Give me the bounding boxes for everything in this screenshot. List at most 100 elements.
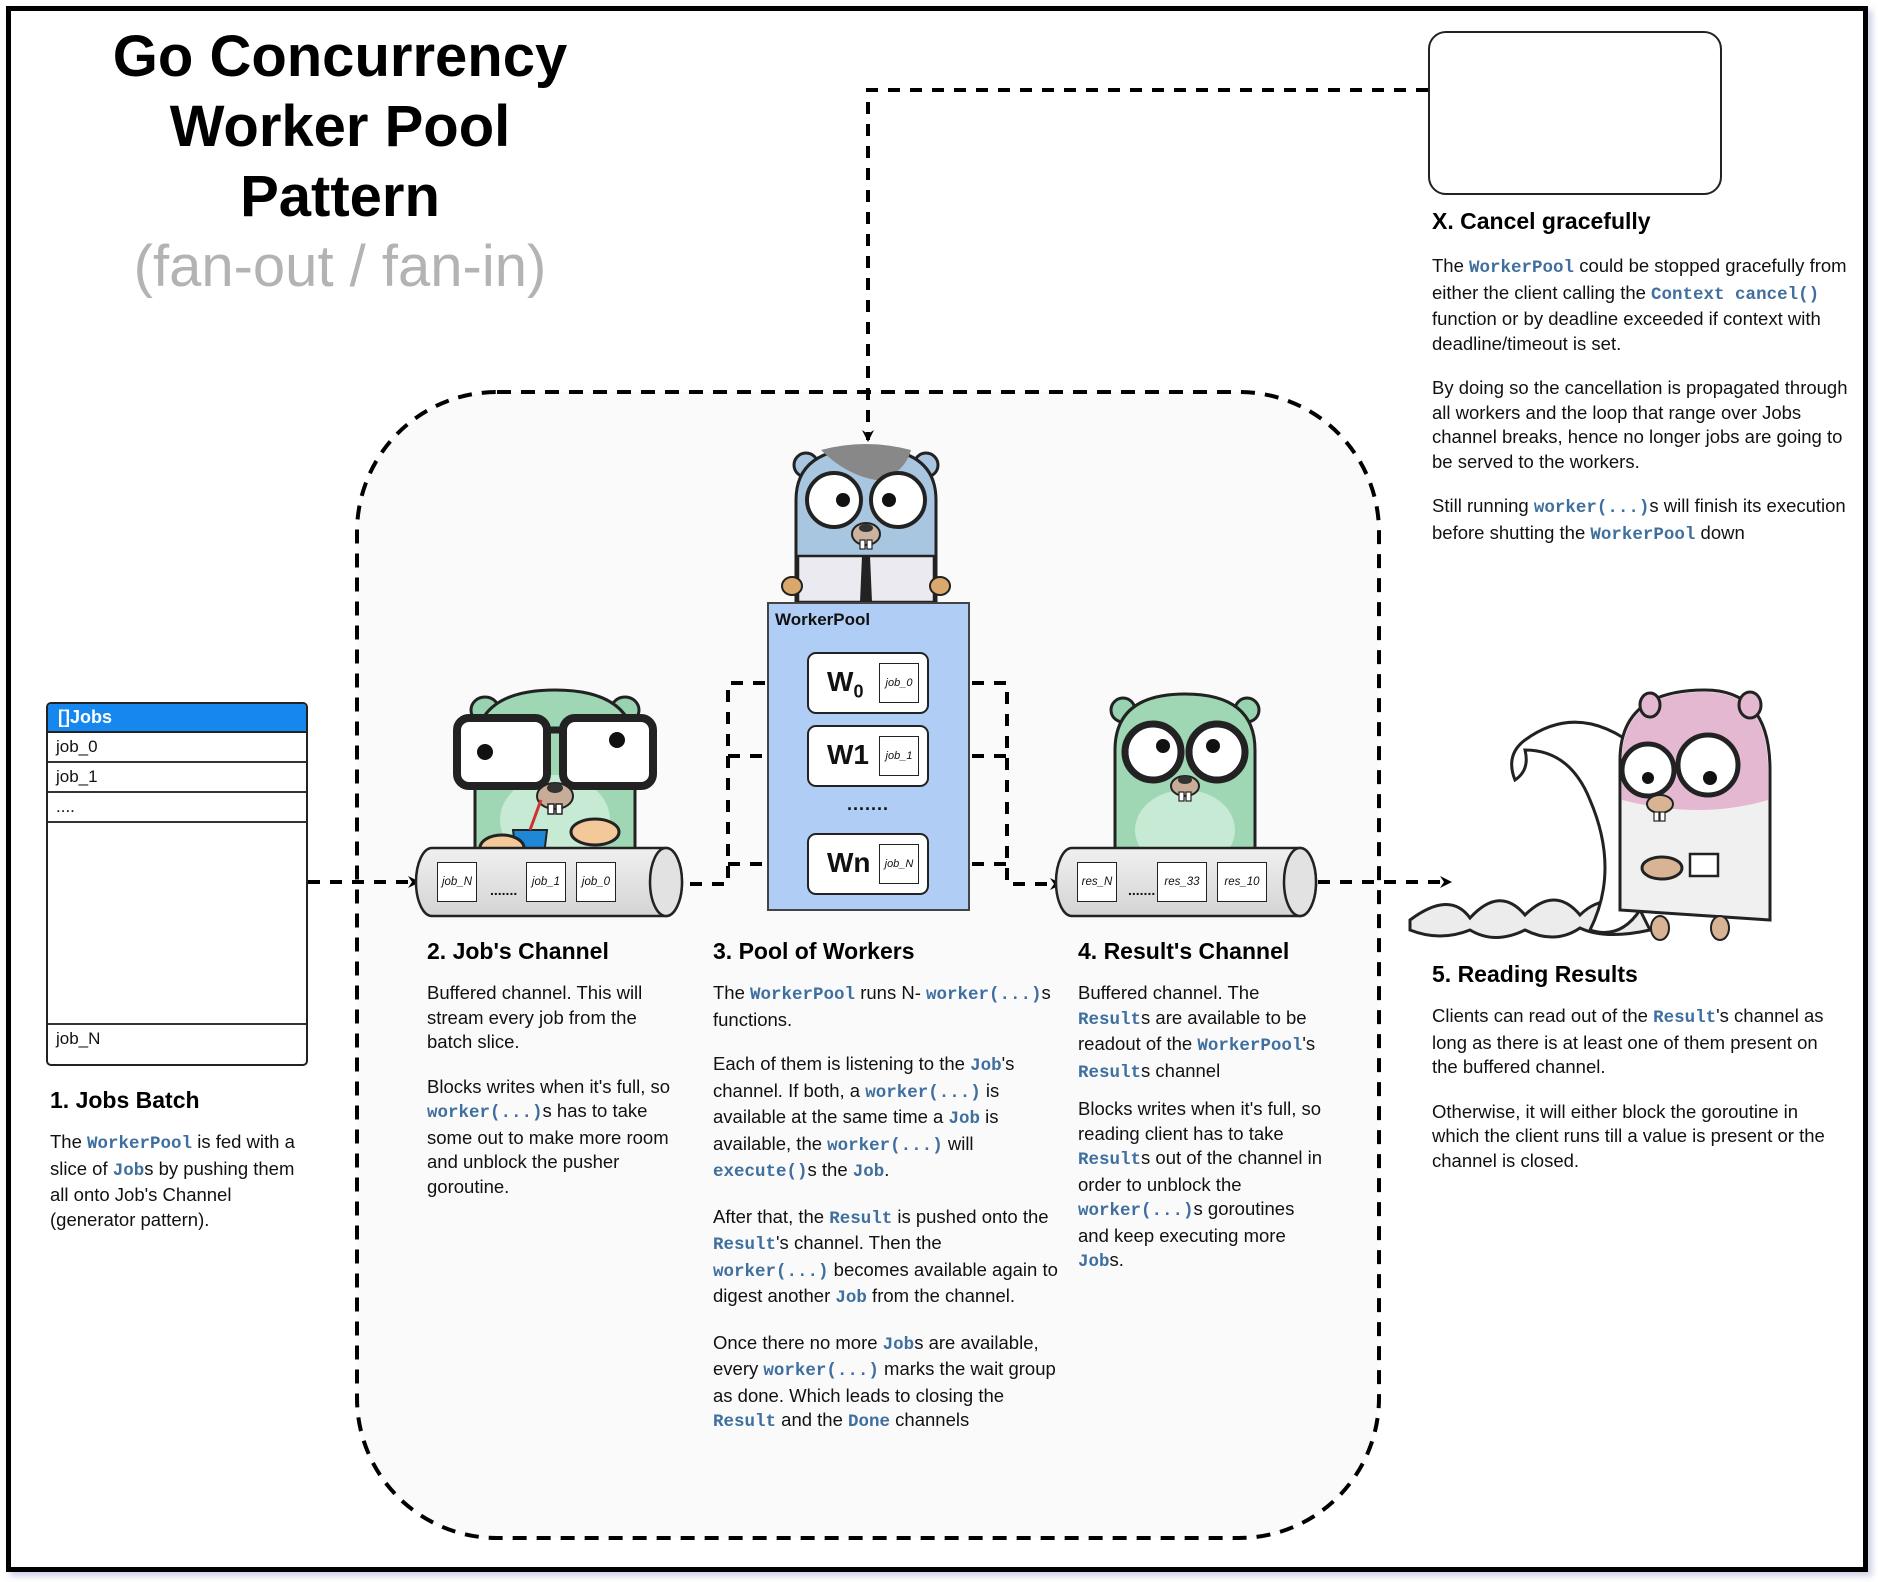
text-run: The: [1432, 255, 1470, 276]
worker-name: W0: [827, 666, 864, 702]
jobs-slice-table: []Jobs job_0 job_1 .... job_N: [46, 702, 308, 1066]
section-heading: 5. Reading Results: [1432, 961, 1638, 987]
gopher-reader: [1408, 688, 1772, 941]
text-run: The: [50, 1131, 88, 1152]
paragraph: Once there no more Jobs are available, e…: [713, 1331, 1058, 1435]
code-identifier: worker(...): [865, 1082, 981, 1103]
code-identifier: worker(...): [827, 1135, 943, 1156]
worker-0: W0 job_0: [807, 652, 929, 714]
code-identifier: worker(...): [1078, 1201, 1194, 1221]
text-run: Each of them is listening to the: [713, 1053, 971, 1074]
worker-1: W1 job_1: [807, 725, 929, 787]
text-run: 's channel. Then the: [776, 1232, 942, 1253]
code-identifier: WorkerPool: [1197, 1036, 1303, 1056]
text-run: will: [942, 1132, 974, 1154]
worker-job-slot: job_N: [879, 844, 919, 884]
text-run: By doing so the cancellation is propagat…: [1432, 377, 1848, 472]
channel-slot: res_33: [1157, 862, 1207, 902]
cancel-signal-line: [862, 88, 1428, 442]
text-run: s.: [1109, 1249, 1124, 1270]
code-identifier: worker(...): [763, 1361, 879, 1381]
text-run: Once there no more: [713, 1331, 883, 1353]
channel-slot: res_10: [1217, 862, 1267, 902]
paragraph: Each of them is listening to the Job's c…: [713, 1052, 1058, 1185]
paragraph: The WorkerPool runs N- worker(...)s func…: [713, 981, 1058, 1032]
worker-name: Wn: [827, 847, 871, 878]
worker-pool-label: WorkerPool: [775, 610, 871, 629]
title-line: Pattern: [240, 164, 440, 229]
text-run: .: [884, 1159, 890, 1180]
text-run: Buffered channel. This will stream every…: [427, 982, 643, 1052]
page-subtitle: (fan-out / fan-in): [133, 234, 547, 299]
paragraph: The WorkerPool is fed with a slice of Jo…: [50, 1130, 300, 1232]
code-identifier: Result: [1078, 1150, 1142, 1170]
worker-n: Wn job_N: [807, 833, 929, 895]
text-run: from the channel.: [866, 1285, 1016, 1306]
text-run: down: [1695, 521, 1745, 543]
paragraph: Buffered channel. This will stream every…: [427, 981, 682, 1055]
text-run: Blocks writes when it's full, so: [427, 1075, 671, 1097]
code-identifier: execute(): [713, 1162, 808, 1182]
code-identifier: WorkerPool: [1590, 524, 1696, 545]
text-run: s the: [807, 1159, 853, 1180]
section-heading: 1. Jobs Batch: [50, 1087, 200, 1113]
section-heading: 2. Job's Channel: [427, 938, 609, 964]
text-run: After that, the: [713, 1205, 830, 1227]
paragraph: Clients can read out of the Result's cha…: [1432, 1004, 1832, 1080]
code-identifier: Result: [1078, 1009, 1142, 1030]
section-body-results-channel: Buffered channel. The Results are availa…: [1078, 981, 1323, 1295]
code-identifier: Result: [1078, 1062, 1142, 1083]
code-identifier: worker(...): [926, 985, 1042, 1005]
section-body-jobs-channel: Buffered channel. This will stream every…: [427, 981, 682, 1219]
code-identifier: worker(...): [713, 1261, 829, 1282]
code-identifier: Job: [948, 1109, 981, 1129]
paragraph: Buffered channel. The Results are availa…: [1078, 981, 1323, 1085]
channel-ellipsis: .......: [1128, 882, 1156, 898]
text-run: s channel: [1141, 1059, 1221, 1081]
channel-slot: job_1: [526, 862, 566, 902]
paragraph: Still running worker(...)s will finish i…: [1432, 494, 1862, 547]
section-heading: 3. Pool of Workers: [713, 938, 915, 964]
jobs-table-row: job_0: [48, 733, 306, 763]
text-run: and the: [776, 1409, 849, 1430]
channel-slot: job_N: [437, 862, 477, 902]
text-run: runs N-: [855, 982, 926, 1003]
code-identifier: Job: [112, 1160, 145, 1181]
section-heading: 4. Result's Channel: [1078, 938, 1290, 964]
channel-slot: job_0: [576, 862, 616, 902]
paragraph: Blocks writes when it's full, so worker(…: [427, 1075, 682, 1200]
title-line: Go Concurrency: [112, 24, 568, 89]
section-body-jobs-batch: The WorkerPool is fed with a slice of Jo…: [50, 1130, 300, 1252]
code-identifier: Result: [713, 1235, 777, 1255]
code-identifier: Done: [848, 1412, 891, 1432]
channel-ellipsis: .......: [490, 882, 518, 898]
code-identifier: WorkerPool: [1469, 258, 1575, 278]
workers-ellipsis: .......: [847, 794, 890, 814]
code-identifier: Job: [835, 1288, 867, 1308]
text-run: is pushed onto the: [892, 1205, 1049, 1227]
jobs-table-row: job_1: [48, 763, 306, 793]
paragraph: After that, the Result is pushed onto th…: [713, 1205, 1058, 1311]
code-identifier: Job: [970, 1056, 1002, 1076]
paragraph: Blocks writes when it's full, so reading…: [1078, 1097, 1323, 1275]
cancel-icons-box: [1428, 31, 1722, 195]
code-identifier: WorkerPool: [750, 985, 856, 1005]
gopher-results-channel: [1109, 692, 1261, 870]
code-identifier: Job: [852, 1162, 885, 1182]
section-body-reading-results: Clients can read out of the Result's cha…: [1432, 1004, 1832, 1193]
title-line: Worker Pool: [169, 94, 511, 159]
worker-pool-box: WorkerPool W0 job_0 W1 job_1 ....... Wn …: [767, 602, 970, 911]
jobs-table-spacer: [48, 823, 306, 1025]
worker-job-slot: job_1: [879, 736, 919, 776]
code-identifier: Result: [713, 1412, 777, 1432]
worker-job-slot: job_0: [879, 663, 919, 703]
jobs-table-row: job_N: [56, 1029, 101, 1048]
code-identifier: Result: [1653, 1008, 1717, 1028]
text-run: 's: [1302, 1033, 1316, 1054]
text-run: Buffered channel. The: [1078, 982, 1260, 1003]
code-identifier: Job: [882, 1334, 915, 1355]
code-identifier: worker(...): [1533, 498, 1650, 518]
text-run: Still running: [1432, 495, 1534, 516]
text-run: Blocks writes when it's full, so reading…: [1078, 1098, 1322, 1144]
code-identifier: WorkerPool: [87, 1134, 193, 1154]
